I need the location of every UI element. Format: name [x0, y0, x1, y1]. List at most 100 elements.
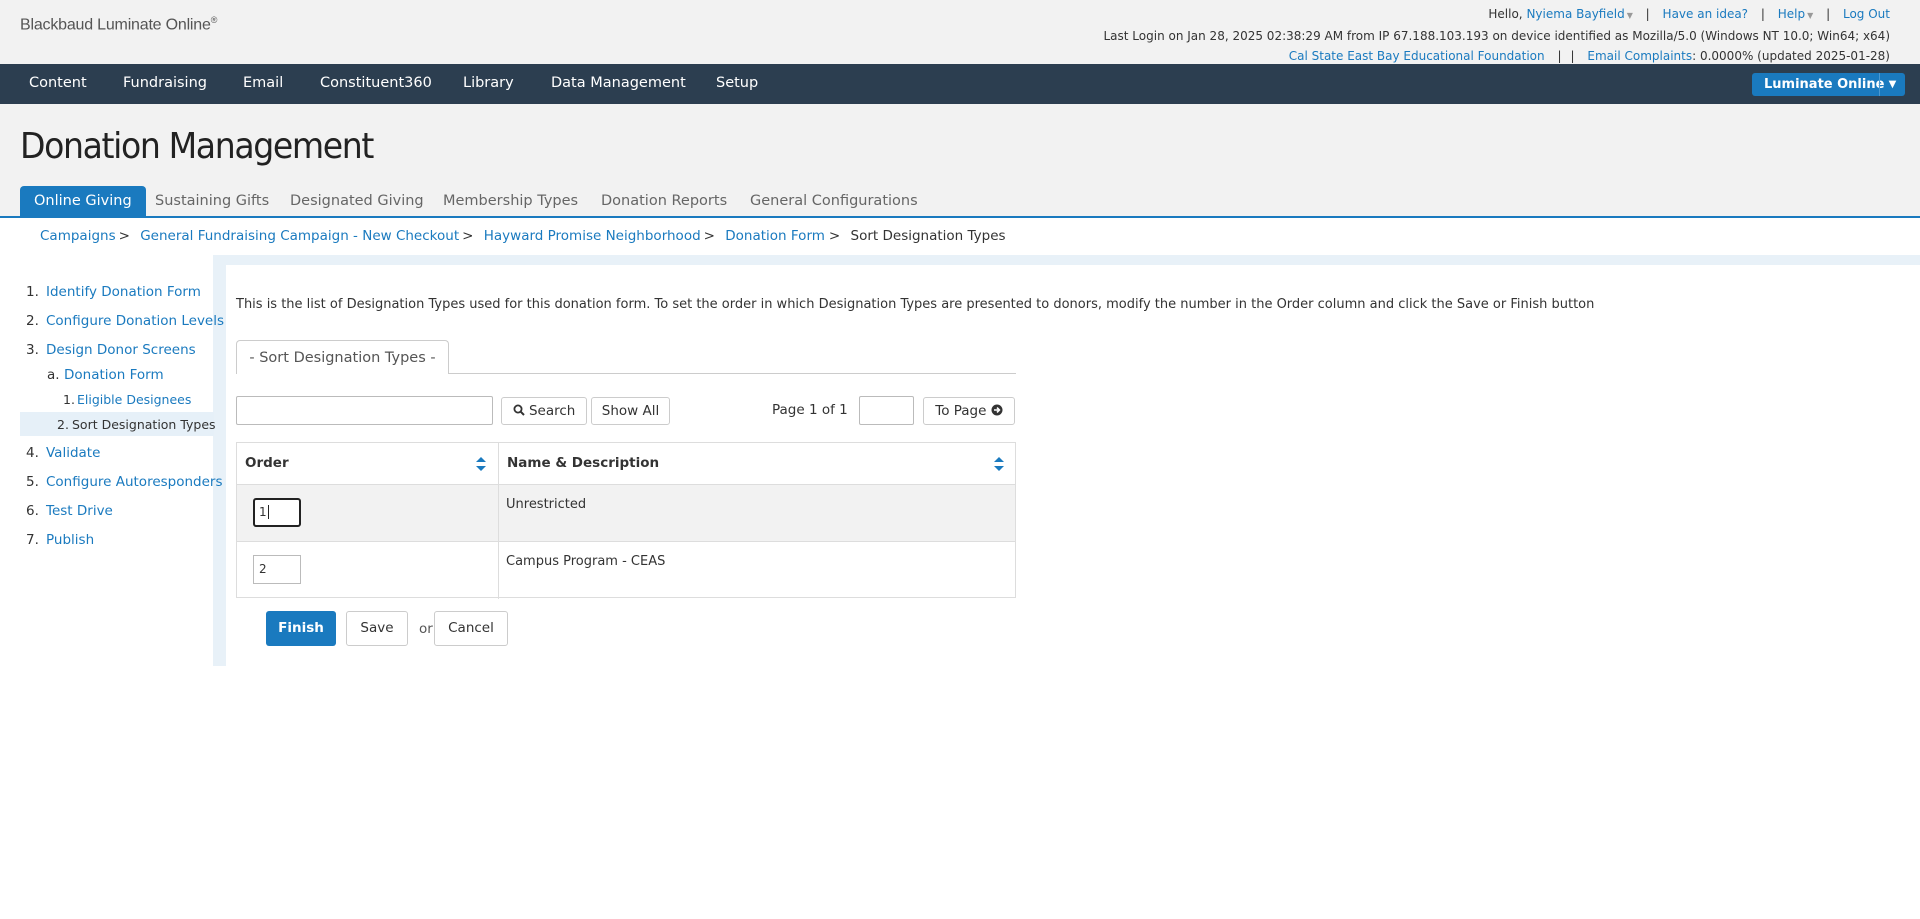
- step-number: 6.: [26, 503, 39, 519]
- step-donation-form[interactable]: a. Donation Form: [47, 367, 164, 383]
- step-number: 1.: [63, 392, 75, 407]
- search-button-label: Search: [528, 403, 576, 419]
- breadcrumb-separator: >: [828, 228, 841, 244]
- nav-fundraising[interactable]: Fundraising: [123, 64, 207, 104]
- sort-icon[interactable]: [475, 455, 487, 473]
- app-header: Blackbaud Luminate Online® Hello, Nyiema…: [0, 0, 1920, 64]
- divider: |: [1645, 7, 1650, 21]
- step-validate[interactable]: 4. Validate: [26, 445, 100, 461]
- designation-name: Campus Program - CEAS: [506, 554, 666, 569]
- breadcrumb-separator: >: [462, 228, 474, 244]
- help-link[interactable]: Help: [1778, 7, 1805, 21]
- instructions-text: This is the list of Designation Types us…: [236, 297, 1595, 312]
- chevron-down-icon[interactable]: ▼: [1879, 73, 1905, 96]
- step-design-donor-screens[interactable]: 3. Design Donor Screens: [26, 342, 196, 358]
- arrow-right-circle-icon: [991, 403, 1003, 419]
- or-text: or: [419, 621, 433, 637]
- breadcrumb-separator: >: [703, 228, 715, 244]
- nav-setup[interactable]: Setup: [716, 64, 758, 104]
- nav-data-management[interactable]: Data Management: [551, 64, 686, 104]
- page-indicator: Page 1 of 1: [772, 402, 848, 418]
- search-button[interactable]: Search: [501, 397, 587, 425]
- logout-link[interactable]: Log Out: [1843, 7, 1890, 21]
- breadcrumb-campaign[interactable]: General Fundraising Campaign - New Check…: [140, 228, 459, 244]
- content-frame-top: [213, 255, 1920, 265]
- product-switcher-button[interactable]: Luminate Online ▼: [1752, 73, 1905, 96]
- page-title: Donation Management: [20, 126, 374, 167]
- email-complaints-value: : 0.0000% (updated 2025-01-28): [1692, 49, 1890, 63]
- order-input[interactable]: 1: [253, 498, 301, 527]
- step-publish[interactable]: 7. Publish: [26, 532, 94, 548]
- column-header-name-description[interactable]: Name & Description: [499, 443, 1015, 485]
- tab-membership-types[interactable]: Membership Types: [443, 186, 578, 218]
- step-label[interactable]: Configure Autoresponders: [46, 474, 223, 490]
- divider: |: [1557, 49, 1562, 63]
- search-input[interactable]: [236, 396, 493, 425]
- nav-content[interactable]: Content: [29, 64, 87, 104]
- tab-designated-giving[interactable]: Designated Giving: [290, 186, 424, 218]
- nav-email[interactable]: Email: [243, 64, 283, 104]
- step-label[interactable]: Publish: [46, 532, 94, 548]
- org-name-link[interactable]: Cal State East Bay Educational Foundatio…: [1289, 49, 1545, 63]
- table-row: 2 Campus Program - CEAS: [237, 542, 1015, 597]
- step-number: 2.: [26, 313, 39, 329]
- tab-online-giving[interactable]: Online Giving: [20, 186, 146, 218]
- breadcrumb: Campaigns > General Fundraising Campaign …: [40, 228, 1006, 244]
- step-label[interactable]: Test Drive: [46, 503, 113, 519]
- have-idea-link[interactable]: Have an idea?: [1663, 7, 1749, 21]
- last-login-text: Last Login on Jan 28, 2025 02:38:29 AM f…: [1103, 29, 1890, 43]
- step-configure-donation-levels[interactable]: 2. Configure Donation Levels: [26, 313, 224, 329]
- column-header-label: Order: [245, 455, 289, 471]
- breadcrumb-campaigns[interactable]: Campaigns: [40, 228, 116, 244]
- page-number-input[interactable]: [859, 396, 914, 425]
- finish-button[interactable]: Finish: [266, 611, 336, 646]
- product-switcher-label: Luminate Online: [1764, 77, 1885, 92]
- step-label[interactable]: Configure Donation Levels: [46, 313, 224, 329]
- page-header: Donation Management Online Giving Sustai…: [0, 104, 1920, 218]
- step-number: 2.: [57, 417, 69, 432]
- order-value: 1: [259, 505, 267, 519]
- greeting-text: Hello,: [1488, 7, 1523, 21]
- show-all-button[interactable]: Show All: [591, 397, 670, 425]
- step-label: Sort Designation Types: [72, 417, 216, 432]
- tab-general-configurations[interactable]: General Configurations: [750, 186, 918, 218]
- step-label[interactable]: Validate: [46, 445, 100, 461]
- step-label[interactable]: Identify Donation Form: [46, 284, 201, 300]
- chevron-down-icon[interactable]: ▼: [1807, 11, 1813, 20]
- column-header-label: Name & Description: [507, 455, 660, 471]
- step-eligible-designees[interactable]: 1. Eligible Designees: [63, 392, 191, 407]
- step-sort-designation-types[interactable]: 2. Sort Designation Types: [57, 417, 216, 432]
- save-button[interactable]: Save: [346, 611, 408, 646]
- logo-text: Blackbaud Luminate Online: [20, 16, 211, 34]
- to-page-button[interactable]: To Page: [923, 397, 1015, 425]
- tab-sort-designation-types[interactable]: - Sort Designation Types -: [236, 340, 449, 374]
- logo-registered-mark: ®: [210, 15, 218, 25]
- step-identify-donation-form[interactable]: 1. Identify Donation Form: [26, 284, 201, 300]
- nav-constituent360[interactable]: Constituent360: [320, 64, 432, 104]
- tab-sustaining-gifts[interactable]: Sustaining Gifts: [155, 186, 269, 218]
- chevron-down-icon[interactable]: ▼: [1627, 11, 1633, 20]
- breadcrumb-separator: >: [118, 228, 130, 244]
- search-icon: [513, 403, 529, 419]
- step-label[interactable]: Design Donor Screens: [46, 342, 196, 358]
- user-utility-bar: Hello, Nyiema Bayfield ▼ | Have an idea? …: [1103, 4, 1890, 66]
- step-number: 5.: [26, 474, 39, 490]
- step-test-drive[interactable]: 6. Test Drive: [26, 503, 113, 519]
- cancel-button[interactable]: Cancel: [434, 611, 508, 646]
- step-number: 7.: [26, 532, 39, 548]
- order-input[interactable]: 2: [253, 555, 301, 584]
- column-divider: [498, 443, 499, 599]
- column-header-order[interactable]: Order: [237, 443, 498, 485]
- breadcrumb-donation-form[interactable]: Donation Form: [725, 228, 825, 244]
- sort-icon[interactable]: [993, 455, 1005, 473]
- text-cursor: [267, 505, 269, 519]
- nav-library[interactable]: Library: [463, 64, 514, 104]
- step-label[interactable]: Donation Form: [64, 367, 164, 383]
- user-name-link[interactable]: Nyiema Bayfield: [1526, 7, 1624, 21]
- tab-donation-reports[interactable]: Donation Reports: [601, 186, 727, 218]
- step-label[interactable]: Eligible Designees: [77, 392, 191, 407]
- email-complaints-link[interactable]: Email Complaints: [1587, 49, 1692, 63]
- breadcrumb-hayward[interactable]: Hayward Promise Neighborhood: [484, 228, 701, 244]
- step-number: 3.: [26, 342, 39, 358]
- step-configure-autoresponders[interactable]: 5. Configure Autoresponders: [26, 474, 223, 490]
